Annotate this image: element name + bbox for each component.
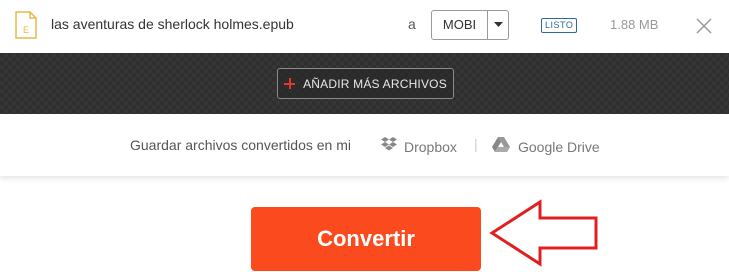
status-badge: LISTO (541, 18, 578, 33)
file-name: las aventuras de sherlock holmes.epub (51, 16, 294, 32)
arrow-annotation (489, 199, 598, 267)
convert-button[interactable]: Convertir (251, 207, 481, 271)
save-to-cloud-row: Guardar archivos convertidos en mi Dropb… (0, 114, 729, 176)
dropbox-button[interactable]: Dropbox (380, 136, 457, 157)
google-drive-icon (492, 136, 510, 157)
file-row: E las aventuras de sherlock holmes.epub … (0, 0, 729, 53)
convert-to-label: a (408, 16, 416, 32)
plus-icon (284, 78, 296, 89)
add-more-files-button[interactable]: AÑADIR MÁS ARCHIVOS (277, 68, 454, 99)
save-to-label: Guardar archivos convertidos en mi (130, 137, 351, 153)
file-icon: E (15, 11, 37, 39)
separator: | (474, 136, 478, 152)
file-size: 1.88 MB (610, 17, 659, 32)
google-drive-button[interactable]: Google Drive (492, 136, 600, 157)
file-conversion-card: E las aventuras de sherlock holmes.epub … (0, 0, 729, 176)
dropbox-label: Dropbox (404, 138, 457, 155)
close-icon[interactable] (695, 17, 713, 35)
google-drive-label: Google Drive (518, 138, 600, 155)
add-more-files-label: AÑADIR MÁS ARCHIVOS (303, 76, 447, 91)
format-select[interactable]: MOBI (431, 10, 509, 40)
dropbox-icon (380, 136, 398, 157)
file-icon-letter: E (23, 25, 29, 35)
convert-label: Convertir (317, 226, 415, 251)
add-files-band: AÑADIR MÁS ARCHIVOS (0, 53, 729, 114)
format-value: MOBI (432, 11, 488, 39)
chevron-down-icon (488, 22, 508, 28)
